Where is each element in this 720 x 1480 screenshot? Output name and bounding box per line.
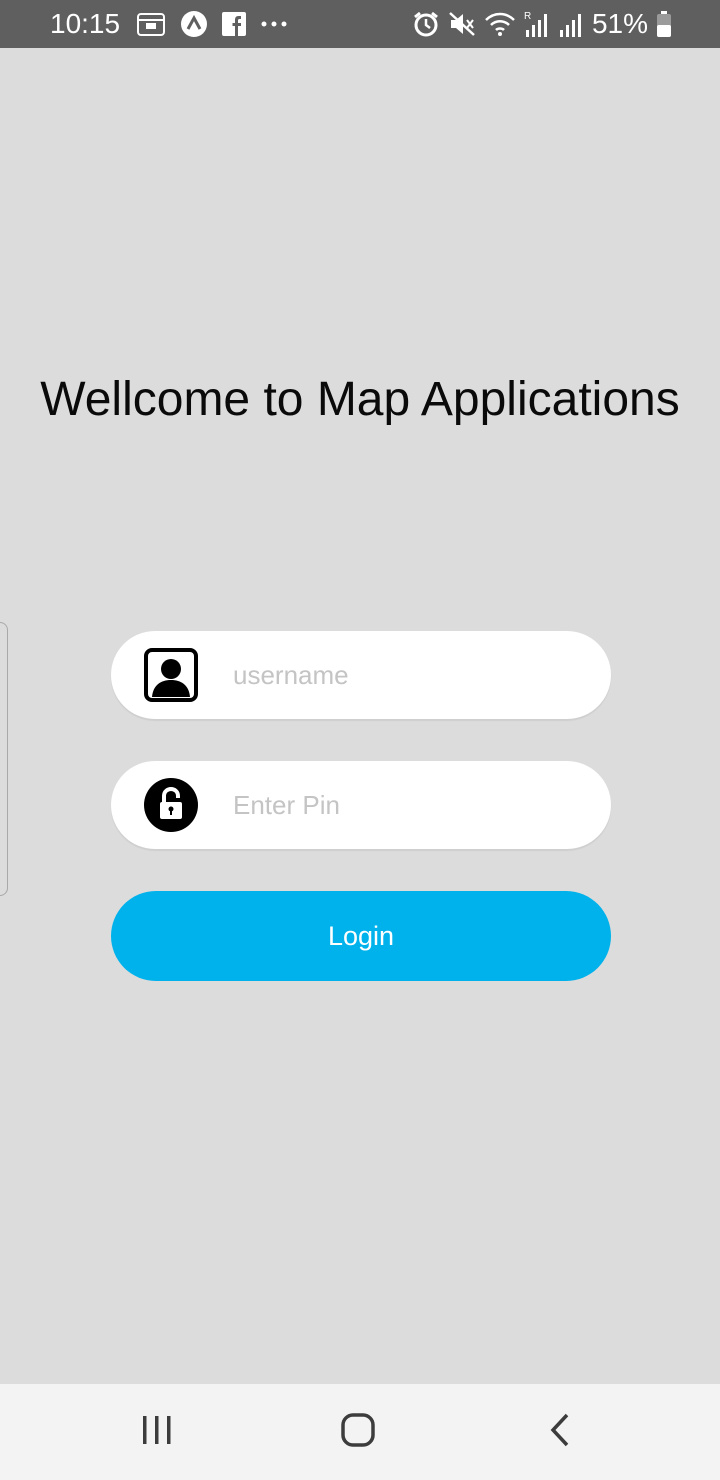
- calendar-notification-icon: [136, 11, 166, 37]
- edge-panel-handle[interactable]: [0, 622, 8, 896]
- welcome-title: Wellcome to Map Applications: [40, 373, 680, 426]
- signal-icon: [558, 10, 584, 38]
- recents-button[interactable]: [117, 1402, 197, 1462]
- username-input[interactable]: [233, 631, 583, 719]
- status-bar: 10:15 R 51%: [0, 0, 720, 48]
- pin-input[interactable]: [233, 761, 583, 849]
- pin-field[interactable]: [111, 761, 611, 849]
- back-button[interactable]: [520, 1402, 600, 1462]
- more-notifications-icon: [260, 20, 288, 28]
- user-avatar-icon: [143, 647, 199, 703]
- battery-icon: [656, 10, 672, 38]
- system-icons: R 51%: [412, 9, 672, 39]
- signal-roaming-icon: R: [524, 10, 550, 38]
- alarm-icon: [412, 10, 440, 38]
- navigation-bar: [0, 1384, 720, 1480]
- home-button[interactable]: [318, 1402, 398, 1462]
- home-icon: [340, 1412, 376, 1452]
- app-notification-icon: [180, 10, 208, 38]
- back-icon: [548, 1413, 572, 1451]
- login-button[interactable]: Login: [111, 891, 611, 981]
- status-time: 10:15: [50, 8, 121, 39]
- username-field[interactable]: [111, 631, 611, 719]
- mute-icon: [448, 10, 476, 38]
- facebook-icon: [222, 12, 246, 36]
- recents-icon: [140, 1415, 174, 1449]
- battery-percent: 51%: [591, 8, 648, 39]
- svg-text:R: R: [524, 11, 531, 22]
- notification-icons: [136, 9, 288, 39]
- padlock-icon: [143, 777, 199, 833]
- wifi-icon: [484, 10, 516, 38]
